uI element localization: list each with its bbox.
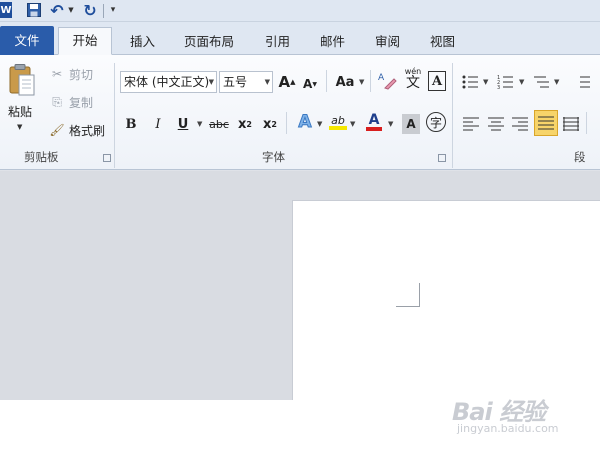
svg-text:A: A — [378, 73, 385, 83]
enclose-characters-button[interactable]: 字 — [426, 112, 446, 132]
highlight-color-bar — [329, 125, 347, 130]
customize-qat-icon[interactable]: ▾ — [108, 2, 118, 18]
font-group-label: 字体 — [262, 150, 285, 164]
font-color-bar — [366, 127, 382, 131]
svg-text:3: 3 — [497, 85, 500, 90]
phonetic-guide-button[interactable]: wén 文 — [402, 68, 424, 91]
grow-font-icon: ▲ — [290, 78, 296, 86]
italic-button[interactable]: I — [151, 114, 165, 134]
grow-font-button[interactable]: A ▲ — [279, 72, 296, 92]
font-name-combo[interactable]: 宋体 (中文正文) ▼ — [120, 71, 217, 93]
quick-access-toolbar: W ↶ ▼ ↻ ▾ — [0, 0, 600, 22]
ribbon-home: 粘贴 ▼ ✂ 剪切 ⎘ 复制 🖌 格式刷 剪贴板 宋体 (中文正文) ▼ 五号 … — [0, 55, 600, 170]
text-effects-button[interactable]: A — [295, 112, 315, 133]
font-divider — [370, 70, 371, 92]
align-right-icon[interactable] — [512, 114, 528, 134]
shrink-font-icon: ▼ — [312, 80, 317, 88]
watermark-url: jingyan.baidu.com — [457, 422, 559, 435]
align-left-icon[interactable] — [463, 114, 479, 134]
character-border-button[interactable]: A — [428, 71, 446, 91]
copy-icon: ⎘ — [52, 94, 62, 109]
group-divider — [452, 63, 453, 168]
font-color-dropdown-icon[interactable]: ▼ — [388, 120, 393, 128]
document-page[interactable] — [292, 200, 600, 400]
tab-mailings[interactable]: 邮件 — [320, 28, 345, 55]
character-shading-button[interactable]: A — [402, 114, 420, 134]
save-icon[interactable] — [26, 2, 41, 18]
bold-button[interactable]: B — [124, 114, 138, 134]
text-effects-dropdown-icon[interactable]: ▼ — [317, 120, 322, 128]
clipboard-launcher-icon[interactable] — [103, 154, 111, 162]
bullets-dropdown-icon[interactable]: ▼ — [483, 78, 488, 86]
tab-review[interactable]: 审阅 — [375, 28, 400, 55]
decrease-indent-icon[interactable] — [580, 72, 590, 92]
undo-dropdown-icon[interactable]: ▼ — [67, 2, 75, 18]
redo-icon[interactable]: ↻ — [83, 1, 97, 20]
bullets-icon[interactable] — [462, 72, 478, 92]
tab-view[interactable]: 视图 — [430, 28, 455, 55]
multilevel-list-icon[interactable] — [532, 72, 550, 92]
subscript-button[interactable]: x2 — [236, 114, 254, 134]
justify-icon[interactable] — [534, 110, 558, 136]
underline-dropdown-icon[interactable]: ▼ — [197, 120, 202, 128]
word-app-icon[interactable]: W — [0, 2, 12, 18]
chevron-down-icon: ▼ — [208, 78, 214, 86]
copy-button[interactable]: ⎘ 复制 — [50, 93, 93, 111]
paragraph-divider — [586, 112, 587, 134]
qat-separator — [103, 4, 104, 18]
change-case-button[interactable]: Aa — [333, 72, 357, 92]
scissors-icon: ✂ — [51, 67, 63, 81]
ribbon-tab-bar: 文件 开始 插入 页面布局 引用 邮件 审阅 视图 — [0, 22, 600, 55]
highlight-dropdown-icon[interactable]: ▼ — [350, 120, 355, 128]
brush-icon: 🖌 — [49, 123, 65, 137]
paste-icon[interactable] — [8, 63, 36, 97]
numbering-dropdown-icon[interactable]: ▼ — [519, 78, 524, 86]
superscript-button[interactable]: x2 — [261, 114, 279, 134]
baidu-watermark: Bai 经验 jingyan.baidu.com — [452, 392, 592, 442]
highlight-button[interactable]: ab — [328, 111, 348, 133]
tab-references[interactable]: 引用 — [265, 28, 290, 55]
format-painter-button[interactable]: 🖌 格式刷 — [49, 121, 105, 139]
cut-button[interactable]: ✂ 剪切 — [50, 65, 93, 83]
group-divider — [114, 63, 115, 168]
tab-home[interactable]: 开始 — [58, 27, 112, 55]
align-center-icon[interactable] — [488, 114, 504, 134]
font-size-combo[interactable]: 五号 ▼ — [219, 71, 273, 93]
multilevel-dropdown-icon[interactable]: ▼ — [554, 78, 559, 86]
shrink-font-button[interactable]: A ▼ — [302, 74, 318, 94]
tab-page-layout[interactable]: 页面布局 — [184, 28, 234, 55]
font-color-button[interactable]: A — [364, 111, 384, 133]
underline-button[interactable]: U — [176, 114, 190, 134]
clipboard-group-label: 剪贴板 — [24, 150, 59, 164]
font-divider — [286, 112, 287, 134]
tab-insert[interactable]: 插入 — [130, 28, 155, 55]
word-window: W ↶ ▼ ↻ ▾ 文件 开始 插入 页面布局 引用 邮件 审阅 视图 粘贴 ▼… — [0, 0, 600, 400]
clear-formatting-icon[interactable]: A — [376, 70, 398, 90]
change-case-dropdown-icon[interactable]: ▼ — [359, 78, 364, 86]
numbering-icon[interactable]: 123 — [497, 72, 513, 92]
font-launcher-icon[interactable] — [438, 154, 446, 162]
font-divider — [326, 70, 327, 92]
paste-button[interactable]: 粘贴 — [8, 103, 32, 120]
paste-dropdown-icon[interactable]: ▼ — [17, 123, 22, 131]
chevron-down-icon: ▼ — [264, 78, 270, 86]
undo-icon[interactable]: ↶ — [50, 1, 64, 20]
margin-corner-mark — [396, 283, 420, 307]
paragraph-group-label: 段 — [574, 150, 586, 164]
strikethrough-button[interactable]: abc — [208, 114, 230, 134]
tab-file[interactable]: 文件 — [0, 26, 54, 55]
distributed-icon[interactable] — [563, 114, 579, 134]
